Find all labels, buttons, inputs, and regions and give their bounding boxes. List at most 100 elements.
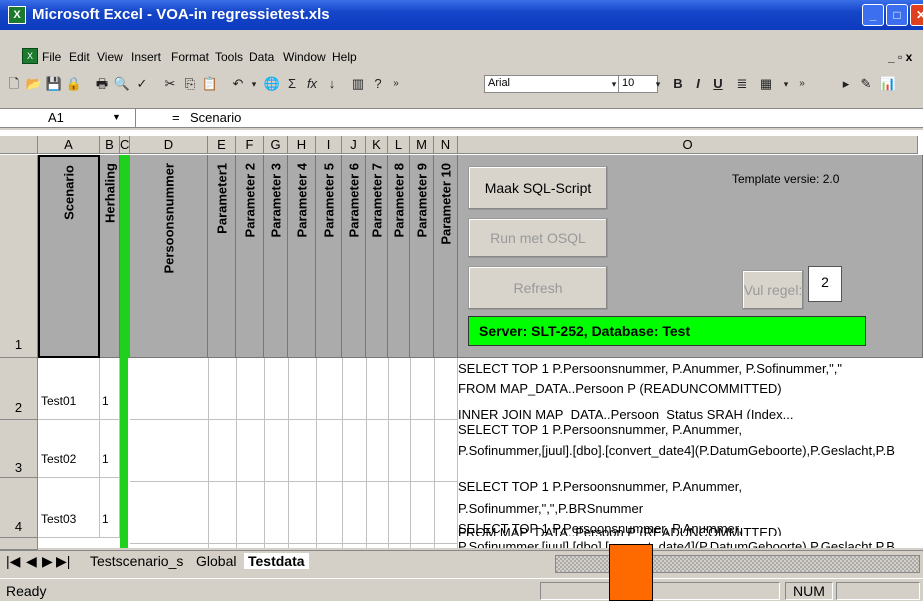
minimize-button[interactable]: _ [862,4,884,26]
run-met-osql-button[interactable]: Run met OSQL [468,218,608,258]
chart-icon[interactable]: 📊 [878,74,898,94]
menu-format[interactable]: Format [171,50,209,64]
cell-scenario-test01[interactable]: Test01 [38,358,100,420]
column-header-n[interactable]: N [434,136,458,154]
column-header-e[interactable]: E [208,136,236,154]
italic-icon[interactable]: I [688,74,708,94]
cell-herhaling-test01[interactable]: 1 [100,358,120,420]
equals-icon[interactable]: = [172,110,180,125]
align-left-icon[interactable]: ≣ [732,74,752,94]
row-header-5[interactable] [0,538,38,550]
column-header-f[interactable]: F [236,136,264,154]
play-icon[interactable]: ▸ [836,74,856,94]
sort-ascending-icon[interactable]: ↓ [322,74,342,94]
close-button[interactable]: ✕ [910,4,923,26]
column-header-i[interactable]: I [316,136,342,154]
workbook-restore-button[interactable]: _ ▫ x [888,50,912,64]
header-cell-parameter-6[interactable]: Parameter 6 [342,155,366,358]
excel-app-icon[interactable]: X [8,6,26,24]
spelling-icon[interactable]: ✓ [132,74,152,94]
bold-icon[interactable]: B [668,74,688,94]
first-sheet-icon[interactable]: |◀ [6,553,20,570]
underline-icon[interactable]: U [708,74,728,94]
row-header-4[interactable]: 4 [0,478,38,538]
empty-cells-area[interactable] [130,358,458,548]
cell-herhaling-test02[interactable]: 1 [100,420,120,478]
sheet-tab-testscenario[interactable]: Testscenario_s [90,553,183,569]
autosum-icon[interactable]: Σ [282,74,302,94]
column-header-g[interactable]: G [264,136,288,154]
cell-scenario-test03[interactable]: Test03 [38,478,100,538]
permission-icon[interactable]: 🔒 [64,74,84,94]
open-icon[interactable]: 📂 [24,74,44,94]
column-header-k[interactable]: K [366,136,388,154]
cut-icon[interactable]: ✂ [160,74,180,94]
header-cell-parameter-9[interactable]: Parameter 9 [410,155,434,358]
menu-window[interactable]: Window [283,50,326,64]
chart-wizard-icon[interactable]: ▥ [348,74,368,94]
menu-data[interactable]: Data [249,50,274,64]
workbook-icon[interactable]: X [22,48,38,64]
help-icon[interactable]: ? [368,74,388,94]
column-header-j[interactable]: J [342,136,366,154]
row-header-2[interactable]: 2 [0,358,38,420]
header-cell-persoonsnummer[interactable]: Persoonsnummer [130,155,208,358]
header-cell-parameter-2[interactable]: Parameter 2 [236,155,264,358]
header-cell-parameter-7[interactable]: Parameter 7 [366,155,388,358]
font-size-dropdown-icon[interactable]: ▾ [648,74,668,94]
menu-file[interactable]: File [42,50,61,64]
menu-insert[interactable]: Insert [131,50,161,64]
menu-edit[interactable]: Edit [69,50,90,64]
toolbar-options-icon[interactable]: » [386,74,406,94]
header-cell-parameter-5[interactable]: Parameter 5 [316,155,342,358]
tool-icon[interactable]: ✎ [856,74,876,94]
header-cell-scenario[interactable]: Scenario [38,155,100,358]
menu-tools[interactable]: Tools [215,50,243,64]
menu-view[interactable]: View [97,50,123,64]
print-preview-icon[interactable]: 🔍 [112,74,132,94]
sheet-tab-testdata[interactable]: Testdata [244,553,309,569]
print-icon[interactable]: 🖶 [92,74,112,94]
function-icon[interactable]: fx [302,74,322,94]
prev-sheet-icon[interactable]: ◀ [26,553,37,570]
hyperlink-icon[interactable]: 🌐 [262,74,282,94]
last-sheet-icon[interactable]: ▶| [56,553,70,570]
formula-input[interactable]: Scenario [190,110,241,125]
header-cell-parameter-4[interactable]: Parameter 4 [288,155,316,358]
column-header-d[interactable]: D [130,136,208,154]
vul-regel-button[interactable]: Vul regel: [742,270,804,310]
cell-herhaling-test03[interactable]: 1 [100,478,120,538]
undo-dropdown-icon[interactable]: ▾ [244,74,264,94]
select-all-corner[interactable] [0,136,38,154]
vul-regel-input[interactable]: 2 [808,266,842,302]
borders-icon[interactable]: ▦ [756,74,776,94]
column-header-a[interactable]: A [38,136,100,154]
menu-help[interactable]: Help [332,50,357,64]
header-cell-herhaling[interactable]: Herhaling [100,155,120,358]
header-cell-parameter-8[interactable]: Parameter 8 [388,155,410,358]
column-header-l[interactable]: L [388,136,410,154]
next-sheet-icon[interactable]: ▶ [42,553,53,570]
column-header-o[interactable]: O [458,136,918,154]
formatting-options-icon[interactable]: » [792,74,812,94]
row-header-1[interactable]: 1 [0,155,38,358]
column-header-m[interactable]: M [410,136,434,154]
row-header-3[interactable]: 3 [0,420,38,478]
refresh-button[interactable]: Refresh [468,266,608,310]
maak-sql-script-button[interactable]: Maak SQL-Script [468,166,608,210]
name-box-dropdown-icon[interactable]: ▼ [112,112,121,122]
header-cell-parameter-10[interactable]: Parameter 10 [434,155,458,358]
copy-icon[interactable]: ⎘ [180,74,200,94]
paste-icon[interactable]: 📋 [200,74,220,94]
column-header-h[interactable]: H [288,136,316,154]
column-header-b[interactable]: B [100,136,120,154]
sheet-tab-global[interactable]: Global [196,553,236,569]
column-header-c[interactable]: C [120,136,130,154]
maximize-button[interactable]: □ [886,4,908,26]
header-cell-parameter-3[interactable]: Parameter 3 [264,155,288,358]
save-icon[interactable]: 💾 [44,74,64,94]
header-cell-parameter-1[interactable]: Parameter1 [208,155,236,358]
cell-scenario-test02[interactable]: Test02 [38,420,100,478]
new-icon[interactable]: 🗋 [4,74,24,94]
worksheet-grid[interactable]: A B C D E F G H I J K L M N O 1 Scenario… [0,130,923,550]
